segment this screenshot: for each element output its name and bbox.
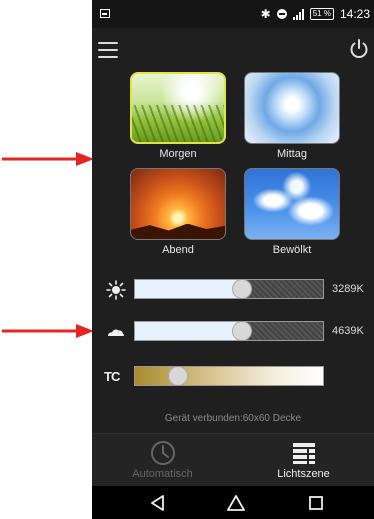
scene-label: Abend <box>162 244 194 256</box>
tc-icon: TC <box>104 369 120 384</box>
tab-automatisch[interactable]: Automatisch <box>92 434 233 486</box>
status-bar: ✱ 51 % 14:23 <box>92 0 374 28</box>
cloud-value: 4639K <box>332 325 364 337</box>
cloud-icon <box>108 329 125 336</box>
sun-icon <box>106 280 126 300</box>
scene-bewoelkt-image <box>244 168 340 240</box>
sun-slider-track[interactable] <box>134 279 324 299</box>
home-icon[interactable] <box>226 493 246 513</box>
power-icon[interactable] <box>348 38 370 60</box>
cloud-slider-track[interactable] <box>134 321 324 341</box>
tc-slider-knob[interactable] <box>168 367 189 385</box>
navigation-bar <box>92 486 374 519</box>
scene-label: Bewölkt <box>272 244 312 256</box>
annotation-arrow-sliders <box>2 324 94 338</box>
battery-indicator: 51 % <box>309 8 334 20</box>
connection-status: Gerät verbunden:60x60 Decke <box>164 413 302 424</box>
cloud-slider-fill <box>135 322 243 340</box>
sun-value: 3289K <box>332 283 364 295</box>
tc-slider-track[interactable] <box>134 366 324 386</box>
tab-label: Lichtszene <box>277 468 330 480</box>
bottom-tab-bar: Automatisch Lichtszene <box>92 433 374 486</box>
scene-label: Mittag <box>277 148 307 160</box>
back-icon[interactable] <box>148 493 168 513</box>
scene-list-icon <box>293 443 315 464</box>
bluetooth-icon: ✱ <box>260 7 271 21</box>
tab-label: Automatisch <box>132 468 193 480</box>
clock-icon <box>151 441 175 465</box>
scene-mittag[interactable]: Mittag <box>244 72 340 160</box>
annotation-arrow-scenes <box>2 152 94 166</box>
scene-morgen[interactable]: Morgen <box>130 72 226 160</box>
tc-slider-row: TC <box>92 366 374 388</box>
cloud-slider-knob[interactable] <box>232 322 253 340</box>
scene-label: Morgen <box>159 148 197 160</box>
clock: 14:23 <box>339 7 370 21</box>
brightness-slider-row: 3289K <box>92 279 374 301</box>
image-notification-icon <box>100 9 110 18</box>
recents-icon[interactable] <box>306 493 326 513</box>
tab-lichtszene[interactable]: Lichtszene <box>233 434 374 486</box>
sun-slider-knob[interactable] <box>232 280 253 298</box>
do-not-disturb-icon <box>276 9 287 19</box>
scene-abend-image <box>130 168 226 240</box>
sun-slider-fill <box>135 280 243 298</box>
scene-abend[interactable]: Abend <box>130 168 226 256</box>
scene-morgen-image <box>130 72 226 144</box>
phone-screen: ✱ 51 % 14:23 Morgen Mittag Abend Bewölkt <box>92 0 374 519</box>
menu-icon[interactable] <box>98 42 118 58</box>
signal-icon <box>292 8 304 20</box>
scene-mittag-image <box>244 72 340 144</box>
cloud-slider-row: 4639K <box>92 321 374 343</box>
scene-bewoelkt[interactable]: Bewölkt <box>244 168 340 256</box>
